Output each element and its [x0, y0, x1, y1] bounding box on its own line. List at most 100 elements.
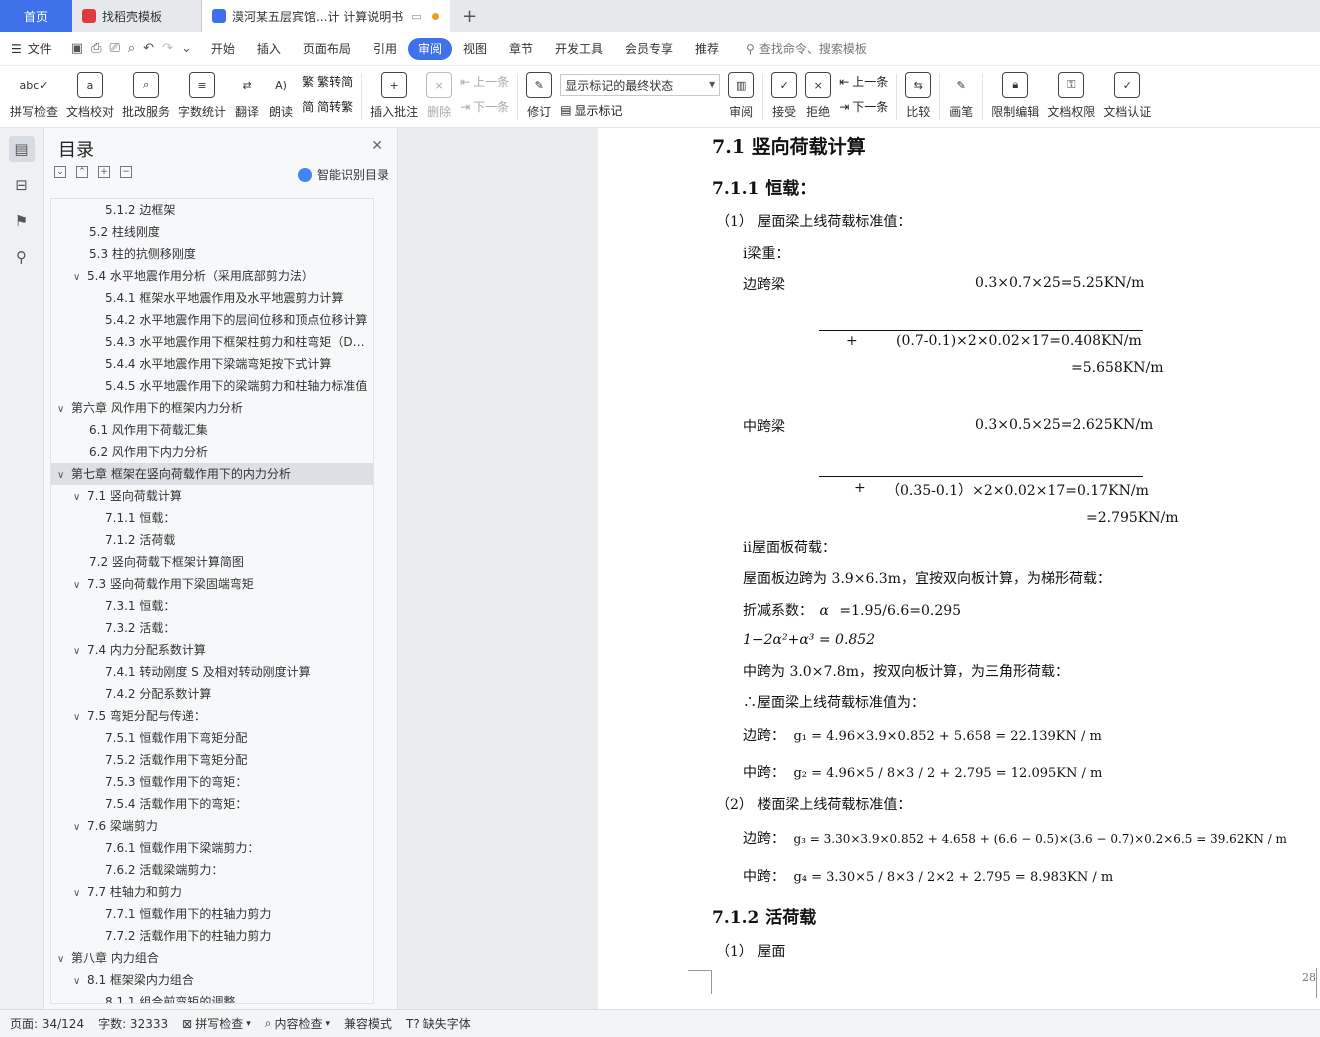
page-indicator[interactable]: 页面: 34/124: [10, 1015, 84, 1032]
trad-to-simp-button[interactable]: 繁繁转简: [302, 73, 353, 90]
spell-check-status[interactable]: ⊠ 拼写检查 ▾: [182, 1015, 251, 1032]
chevron-down-icon[interactable]: ∨: [57, 465, 71, 485]
toc-entry[interactable]: ∨ 第八章 内力组合: [51, 947, 373, 969]
chapter-nav-icon[interactable]: ⊟: [9, 172, 35, 198]
add-entry-icon[interactable]: +: [98, 166, 110, 178]
bookmark-icon[interactable]: ⚑: [9, 208, 35, 234]
menu-tab[interactable]: 推荐: [684, 38, 730, 60]
toc-entry[interactable]: ∨ 7.1 竖向荷载计算: [51, 485, 373, 507]
menu-tab[interactable]: 引用: [362, 38, 408, 60]
toc-entry[interactable]: 7.6.1 恒载作用下梁端剪力：: [51, 837, 373, 859]
menu-tab[interactable]: 视图: [452, 38, 498, 60]
print-icon[interactable]: ⎚: [109, 41, 119, 56]
toc-entry[interactable]: 7.3.2 活载：: [51, 617, 373, 639]
doc-permission-button[interactable]: ⚿ 文档权限: [1043, 66, 1099, 128]
toc-entry[interactable]: 7.7.2 活载作用下的柱轴力剪力: [51, 925, 373, 947]
insert-comment-button[interactable]: + 插入批注: [366, 66, 422, 128]
toc-panel-icon[interactable]: ▤: [8, 136, 35, 162]
toc-entry[interactable]: ∨ 7.6 梁端剪力: [51, 815, 373, 837]
chevron-down-icon[interactable]: ∨: [57, 949, 71, 969]
export-pdf-icon[interactable]: ⎙: [91, 41, 101, 56]
pen-button[interactable]: ✎ 画笔: [944, 66, 978, 128]
chevron-down-icon[interactable]: ∨: [73, 883, 87, 903]
toc-entry[interactable]: 8.1.1 组合前弯矩的调整: [51, 991, 373, 1003]
toc-entry[interactable]: 6.1 风作用下荷载汇集: [51, 419, 373, 441]
word-count-button[interactable]: ≡ 字数统计: [174, 66, 230, 128]
menu-tab[interactable]: 页面布局: [292, 38, 362, 60]
menu-tab[interactable]: 审阅: [407, 37, 452, 60]
compare-button[interactable]: ⇆ 比较: [901, 66, 935, 128]
toc-entry[interactable]: 7.1.1 恒载：: [51, 507, 373, 529]
new-tab-button[interactable]: +: [450, 0, 489, 32]
toc-entry[interactable]: 7.5.3 恒载作用下的弯矩：: [51, 771, 373, 793]
toc-entry[interactable]: 5.2 柱线刚度: [51, 221, 373, 243]
show-markup-button[interactable]: ▤ 显示标记: [560, 102, 720, 119]
track-changes-button[interactable]: ✎ 修订: [522, 66, 556, 128]
chevron-down-icon[interactable]: ∨: [73, 707, 87, 727]
toc-entry[interactable]: 5.4.5 水平地震作用下的梁端剪力和柱轴力标准值: [51, 375, 373, 397]
toc-entry[interactable]: ∨ 5.4 水平地震作用分析（采用底部剪力法）: [51, 265, 373, 287]
chevron-down-icon[interactable]: ∨: [73, 817, 87, 837]
toc-entry[interactable]: ∨ 7.5 弯矩分配与传递：: [51, 705, 373, 727]
doc-proof-button[interactable]: a 文档校对: [62, 66, 118, 128]
toc-entry[interactable]: ∨ 第七章 框架在竖向荷载作用下的内力分析: [51, 463, 373, 485]
menu-tab[interactable]: 会员专享: [614, 38, 684, 60]
toc-entry[interactable]: ∨ 8.1 框架梁内力组合: [51, 969, 373, 991]
toc-entry[interactable]: 7.5.2 活载作用下弯矩分配: [51, 749, 373, 771]
markup-state-select[interactable]: 显示标记的最终状态: [560, 73, 721, 96]
chevron-down-icon[interactable]: ∨: [57, 399, 71, 419]
toc-entry[interactable]: 5.1.2 边框架: [51, 199, 373, 221]
chevron-down-icon[interactable]: ∨: [73, 641, 87, 661]
toc-entry[interactable]: 7.5.1 恒载作用下弯矩分配: [51, 727, 373, 749]
menu-tab[interactable]: 插入: [246, 38, 292, 60]
file-menu[interactable]: ☰ 文件: [0, 38, 63, 60]
menu-tab[interactable]: 开始: [200, 38, 246, 60]
more-chevron-icon[interactable]: ⌄: [181, 41, 192, 56]
simp-to-trad-button[interactable]: 简简转繁: [302, 98, 353, 115]
toc-entry[interactable]: ∨ 7.3 竖向荷载作用下梁固端弯矩: [51, 573, 373, 595]
toc-entry[interactable]: 5.4.1 框架水平地震作用及水平地震剪力计算: [51, 287, 373, 309]
search-panel-icon[interactable]: ⚲: [9, 244, 35, 270]
remove-entry-icon[interactable]: −: [120, 166, 132, 178]
prev-change-button[interactable]: ⇤ 上一条: [839, 73, 888, 90]
doc-certify-button[interactable]: ✓ 文档认证: [1099, 66, 1155, 128]
toc-entry[interactable]: ∨ 7.4 内力分配系数计算: [51, 639, 373, 661]
collapse-all-icon[interactable]: ⌄: [54, 166, 66, 178]
toc-entry[interactable]: 7.6.2 活载梁端剪力：: [51, 859, 373, 881]
word-count-status[interactable]: 字数: 32333: [98, 1015, 168, 1032]
monitor-icon[interactable]: ▭: [411, 10, 421, 23]
accept-button[interactable]: ✓ 接受: [767, 66, 801, 128]
close-icon[interactable]: ✕: [371, 138, 383, 154]
menu-tab[interactable]: 开发工具: [544, 38, 614, 60]
toc-entry[interactable]: 7.3.1 恒载：: [51, 595, 373, 617]
next-comment-button[interactable]: ⇥ 下一条: [460, 98, 509, 115]
toc-entry[interactable]: 7.2 竖向荷载下框架计算简图: [51, 551, 373, 573]
toc-entry[interactable]: 7.1.2 活荷载: [51, 529, 373, 551]
print-preview-icon[interactable]: ⌕: [128, 41, 135, 56]
read-aloud-button[interactable]: A) 朗读: [264, 66, 298, 128]
toc-entry[interactable]: 5.4.4 水平地震作用下梁端弯矩按下式计算: [51, 353, 373, 375]
next-change-button[interactable]: ⇥ 下一条: [839, 98, 888, 115]
undo-icon[interactable]: ↶: [143, 41, 154, 56]
toc-entry[interactable]: ∨ 7.7 柱轴力和剪力: [51, 881, 373, 903]
reject-button[interactable]: × 拒绝: [801, 66, 835, 128]
smart-toc-button[interactable]: 智能识别目录: [297, 166, 389, 183]
menu-tab[interactable]: 章节: [498, 38, 544, 60]
chevron-down-icon[interactable]: ∨: [73, 267, 87, 287]
chevron-down-icon[interactable]: ∨: [73, 971, 87, 991]
document-page[interactable]: 7.1 竖向荷载计算 7.1.1 恒载： （1） 屋面梁上线荷载标准值： i梁重…: [598, 128, 1320, 1009]
chevron-down-icon[interactable]: ∨: [73, 487, 87, 507]
content-check-status[interactable]: ⌕ 内容检查 ▾: [265, 1015, 330, 1032]
restrict-edit-button[interactable]: 🔒︎ 限制编辑: [987, 66, 1043, 128]
review-pane-button[interactable]: ▥ 审阅: [724, 66, 758, 128]
toc-entry[interactable]: 5.4.2 水平地震作用下的层间位移和顶点位移计算: [51, 309, 373, 331]
expand-all-icon[interactable]: ⌃: [76, 166, 88, 178]
toc-entry[interactable]: 5.3 柱的抗侧移刚度: [51, 243, 373, 265]
redo-icon[interactable]: ↷: [162, 41, 173, 56]
chevron-down-icon[interactable]: ∨: [73, 575, 87, 595]
spell-check-button[interactable]: abc✓ 拼写检查: [6, 66, 62, 128]
toc-entry[interactable]: 7.5.4 活载作用下的弯矩：: [51, 793, 373, 815]
translate-button[interactable]: ⇄ 翻译: [230, 66, 264, 128]
delete-comment-button[interactable]: × 删除: [422, 66, 456, 128]
tab-document[interactable]: 漠河某五层宾馆...计 计算说明书 ▭: [202, 0, 450, 32]
